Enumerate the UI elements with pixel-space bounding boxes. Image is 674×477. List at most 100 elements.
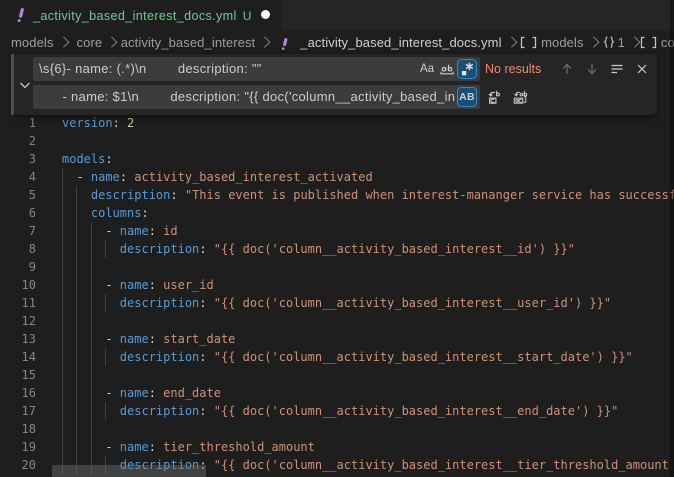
line-number: 10 [0, 276, 36, 294]
line-number: 18 [0, 420, 36, 438]
code-token: name [120, 440, 149, 454]
code-line-15[interactable]: 15 [0, 366, 674, 384]
git-status-badge: U [243, 9, 252, 23]
breadcrumb-item-1[interactable]: 1 [618, 35, 625, 50]
breadcrumb-item-_activity_based_interest_docs.yml[interactable]: _activity_based_interest_docs.yml [300, 35, 501, 50]
chevron-down-icon [17, 77, 33, 93]
line-text: - name: user_id [62, 276, 214, 294]
breadcrumb: models core activity_based_interest _activi… [0, 31, 674, 54]
line-text: models: [62, 150, 113, 168]
code-token: "{{ doc('column__activity_based_interest… [214, 296, 611, 310]
line-text: - name: start_date [62, 330, 235, 348]
code-line-6[interactable]: 6 columns: [0, 204, 674, 222]
horizontal-scrollbar-thumb[interactable] [52, 465, 206, 477]
code-line-7[interactable]: 7 - name: id [0, 222, 674, 240]
code-line-2[interactable]: 2 [0, 132, 674, 150]
code-line-5[interactable]: 5 description: "This event is published … [0, 186, 674, 204]
breadcrumb-item-models[interactable]: models [11, 35, 54, 50]
code-token: name [91, 170, 120, 184]
find-options: Aa [417, 59, 477, 79]
code-line-17[interactable]: 17 description: "{{ doc('column__activit… [0, 402, 674, 420]
code-token: : [149, 332, 163, 346]
code-token: "{{ doc('column__activity_based_interest… [214, 404, 619, 418]
code-token [62, 188, 91, 202]
indent-guide [76, 312, 77, 330]
code-line-1[interactable]: 1 version: 2 [0, 114, 674, 132]
tab-active[interactable]: _activity_based_interest_docs.yml U [0, 0, 281, 31]
previous-match-button[interactable] [557, 59, 577, 79]
code-token: user_id [163, 278, 214, 292]
indent-guide [76, 366, 77, 384]
code-token: : [149, 440, 163, 454]
code-line-19[interactable]: 19 - name: tier_threshold_amount [0, 438, 674, 456]
match-case-button[interactable]: Aa [417, 59, 437, 79]
line-number: 5 [0, 186, 36, 204]
code-token: - [62, 386, 120, 400]
line-number: 15 [0, 366, 36, 384]
breadcrumb-separator-icon [584, 36, 603, 50]
code-line-8[interactable]: 8 description: "{{ doc('column__activity… [0, 240, 674, 258]
code-token [62, 350, 120, 364]
code-token [62, 242, 120, 256]
code-line-16[interactable]: 16 - name: end_date [0, 384, 674, 402]
code-token: 2 [127, 116, 134, 130]
line-text: version: 2 [62, 114, 134, 132]
code-token: description [120, 242, 199, 256]
line-number: 6 [0, 204, 36, 222]
code-token: name [120, 224, 149, 238]
code-token: : [199, 404, 213, 418]
breadcrumb-item-models[interactable]: models [541, 35, 584, 50]
replace-all-icon [512, 89, 528, 105]
replace-input[interactable]: - name: $1\n description: "{{ doc('colum… [33, 85, 480, 109]
whole-word-button[interactable] [437, 59, 457, 79]
find-in-selection-button[interactable] [607, 59, 627, 79]
line-number: 1 [0, 114, 36, 132]
next-match-button[interactable] [582, 59, 602, 79]
modified-dot-icon[interactable] [261, 10, 270, 19]
code-line-3[interactable]: 3models: [0, 150, 674, 168]
breadcrumb-separator-icon [102, 36, 121, 50]
code-token: models [62, 152, 105, 166]
code-line-14[interactable]: 14 description: "{{ doc('column__activit… [0, 348, 674, 366]
find-input[interactable]: \s{6}- name: (.*)\n description: "" Aa [33, 57, 480, 81]
breadcrumb-separator-icon [54, 36, 77, 50]
code-line-4[interactable]: 4 - name: activity_based_interest_activa… [0, 168, 674, 186]
code-token: description [120, 350, 199, 364]
editor[interactable]: 1version: 223models:4 - name: activity_b… [0, 54, 674, 477]
close-find-button[interactable] [632, 59, 652, 79]
code-token: id [163, 224, 177, 238]
tab-bar: _activity_based_interest_docs.yml U [0, 0, 674, 31]
breadcrumb-item-activity_based_interest[interactable]: activity_based_interest [121, 35, 256, 50]
tab-filename: _activity_based_interest_docs.yml [33, 9, 237, 23]
replace-all-button[interactable] [510, 87, 530, 107]
code-line-10[interactable]: 10 - name: user_id [0, 276, 674, 294]
line-number: 20 [0, 456, 36, 474]
toggle-replace-button[interactable] [17, 77, 33, 93]
breadcrumb-separator-icon [625, 36, 639, 50]
find-widget-resize-sash[interactable] [11, 54, 14, 115]
code-token: - [62, 224, 120, 238]
line-number: 7 [0, 222, 36, 240]
code-line-18[interactable]: 18 [0, 420, 674, 438]
code-line-13[interactable]: 13 - name: start_date [0, 330, 674, 348]
code-line-9[interactable]: 9 [0, 258, 674, 276]
code-line-11[interactable]: 11 description: "{{ doc('column__activit… [0, 294, 674, 312]
line-number: 11 [0, 294, 36, 312]
line-number: 14 [0, 348, 36, 366]
regex-button[interactable] [457, 59, 477, 79]
arrow-up-icon [559, 61, 575, 77]
line-number: 9 [0, 258, 36, 276]
indent-guide [62, 258, 63, 276]
find-query-text: \s{6}- name: (.*)\n description: "" [39, 57, 262, 81]
preserve-case-button[interactable]: AB [457, 87, 477, 107]
line-number: 19 [0, 438, 36, 456]
line-text: - name: end_date [62, 384, 221, 402]
code-area[interactable]: 1version: 223models:4 - name: activity_b… [0, 114, 674, 477]
code-line-12[interactable]: 12 [0, 312, 674, 330]
code-token: - [62, 332, 120, 346]
code-token: : [199, 242, 213, 256]
replace-button[interactable] [484, 87, 504, 107]
breadcrumb-item-core[interactable]: core [77, 35, 103, 50]
code-token: : [199, 296, 213, 310]
code-token: : [149, 386, 163, 400]
